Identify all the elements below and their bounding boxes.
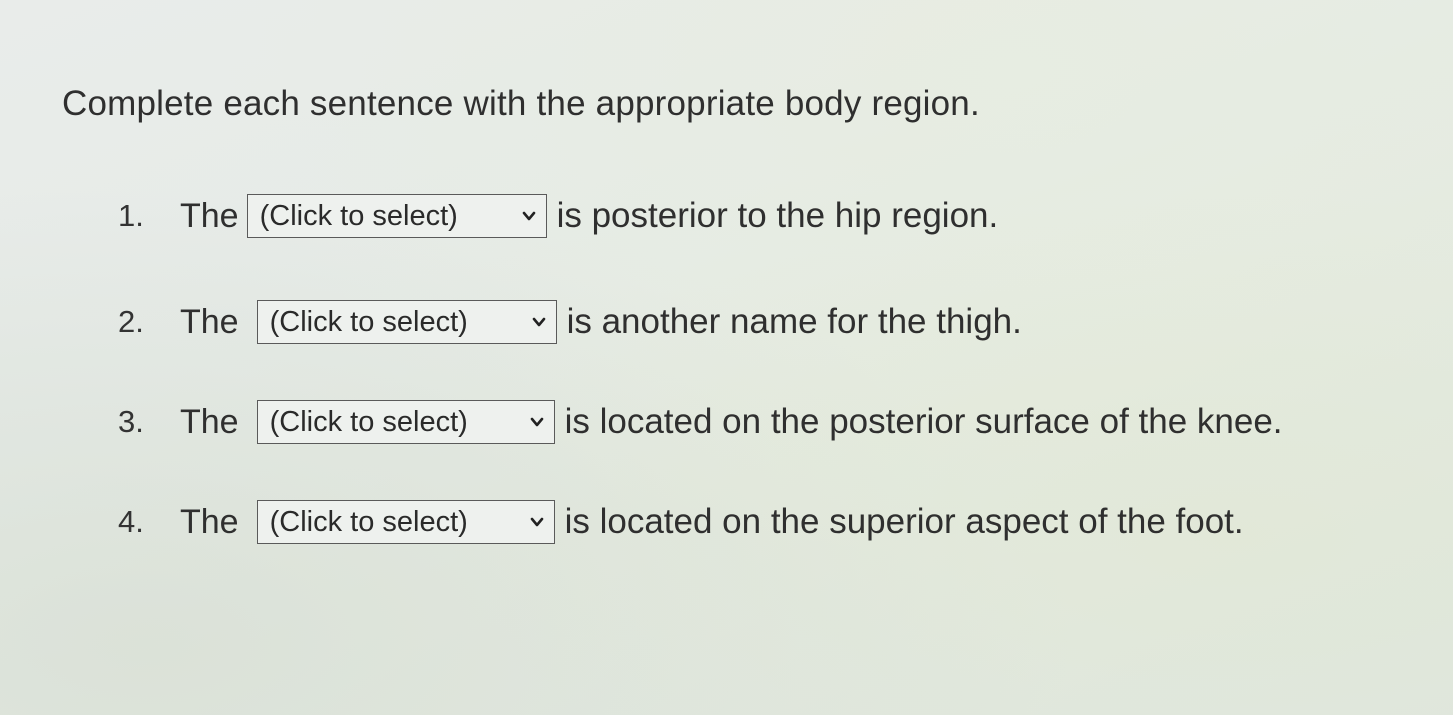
region-select-4[interactable]: (Click to select) <box>256 500 555 544</box>
region-select-1[interactable]: (Click to select) <box>246 194 547 238</box>
question-number: 1. <box>118 198 144 233</box>
instruction-text: Complete each sentence with the appropri… <box>62 84 980 123</box>
sentence-tail: is posterior to the hip region. <box>556 196 999 235</box>
question-4: 4. The (Click to select) is located on t… <box>118 500 1244 544</box>
chevron-down-icon <box>530 517 543 527</box>
sentence-lead: The <box>180 196 239 235</box>
sentence-lead: The <box>180 502 239 541</box>
sentence-lead: The <box>180 302 239 341</box>
chevron-down-icon <box>522 211 535 221</box>
sentence-lead: The <box>180 402 239 441</box>
select-value: (Click to select) <box>269 505 468 538</box>
chevron-down-icon <box>530 417 543 427</box>
question-number: 4. <box>118 504 144 539</box>
sentence-tail: is located on the posterior surface of t… <box>564 402 1283 441</box>
region-select-3[interactable]: (Click to select) <box>256 400 555 444</box>
select-value: (Click to select) <box>269 405 468 438</box>
question-card: Complete each sentence with the appropri… <box>0 0 1453 715</box>
question-2: 2. The (Click to select) is another name… <box>118 300 1022 344</box>
sentence-tail: is located on the superior aspect of the… <box>564 502 1244 541</box>
chevron-down-icon <box>532 317 545 327</box>
question-number: 3. <box>118 404 144 439</box>
sentence-tail: is another name for the thigh. <box>566 302 1022 341</box>
select-value: (Click to select) <box>259 199 458 232</box>
question-1: 1. The (Click to select) is posterior to… <box>118 194 998 238</box>
region-select-2[interactable]: (Click to select) <box>256 300 557 344</box>
select-value: (Click to select) <box>269 305 468 338</box>
question-3: 3. The (Click to select) is located on t… <box>118 400 1283 444</box>
question-number: 2. <box>118 304 144 339</box>
